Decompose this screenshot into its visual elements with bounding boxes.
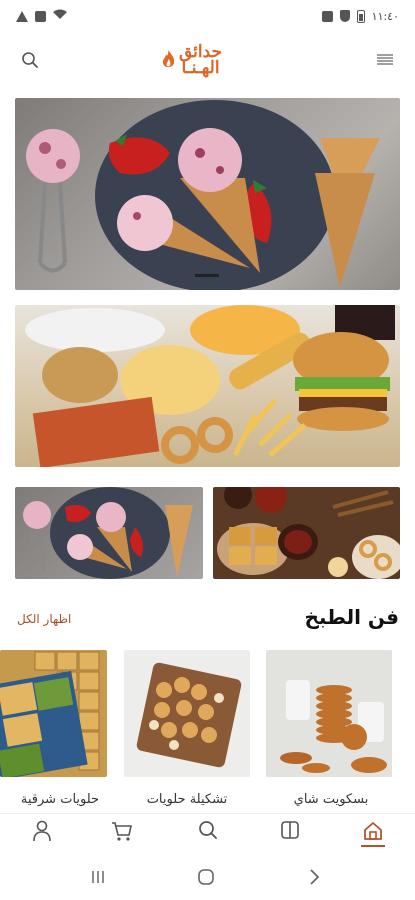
lock-icon <box>35 10 46 22</box>
notification-icon <box>321 10 333 22</box>
app-logo[interactable]: حدائق الهـنـا <box>162 42 258 78</box>
search-icon[interactable] <box>188 820 228 854</box>
back-icon[interactable] <box>308 868 320 890</box>
recipe-card[interactable] <box>124 650 250 777</box>
recipe-card-label: بسكويت شاي <box>293 792 369 807</box>
home-button-icon[interactable] <box>197 868 215 890</box>
recipe-list: بسكويت شاي تشكيلة حلويات حلويات شرقية <box>0 650 415 815</box>
logo-line2: الهـنـا <box>181 58 220 78</box>
section-header: فن الطبخ اظهار الكل <box>0 605 415 635</box>
triangle-alert-icon <box>16 10 28 22</box>
ice-cream-banner[interactable] <box>15 98 400 290</box>
recipe-card-label: تشكيلة حلويات <box>146 792 228 807</box>
catalog-icon[interactable] <box>270 820 310 854</box>
status-time: ١١:٤٠ <box>371 9 399 23</box>
home-icon[interactable] <box>353 820 393 854</box>
recipe-card[interactable] <box>0 650 107 777</box>
search-icon[interactable] <box>16 46 44 74</box>
shield-icon <box>339 10 350 22</box>
ice-cream-small[interactable] <box>15 487 203 579</box>
flame-icon <box>162 50 175 68</box>
battery-icon <box>356 9 365 23</box>
wifi-icon <box>53 9 67 23</box>
recipe-card[interactable] <box>266 650 392 777</box>
fast-food-banner[interactable] <box>15 305 400 467</box>
recipe-card-label: حلويات شرقية <box>20 792 100 807</box>
user-icon[interactable] <box>22 820 62 854</box>
show-all-link[interactable]: اظهار الكل <box>17 612 71 626</box>
menu-icon[interactable] <box>371 46 399 74</box>
app-header: حدائق الهـنـا <box>0 36 415 86</box>
bottom-nav <box>0 813 415 858</box>
system-nav-bar <box>0 857 415 900</box>
recent-apps-icon[interactable] <box>90 869 106 889</box>
status-bar: ١١:٤٠ <box>0 0 415 32</box>
sweets-small[interactable] <box>213 487 400 579</box>
cart-icon[interactable] <box>102 820 142 854</box>
section-title: فن الطبخ <box>304 605 399 629</box>
